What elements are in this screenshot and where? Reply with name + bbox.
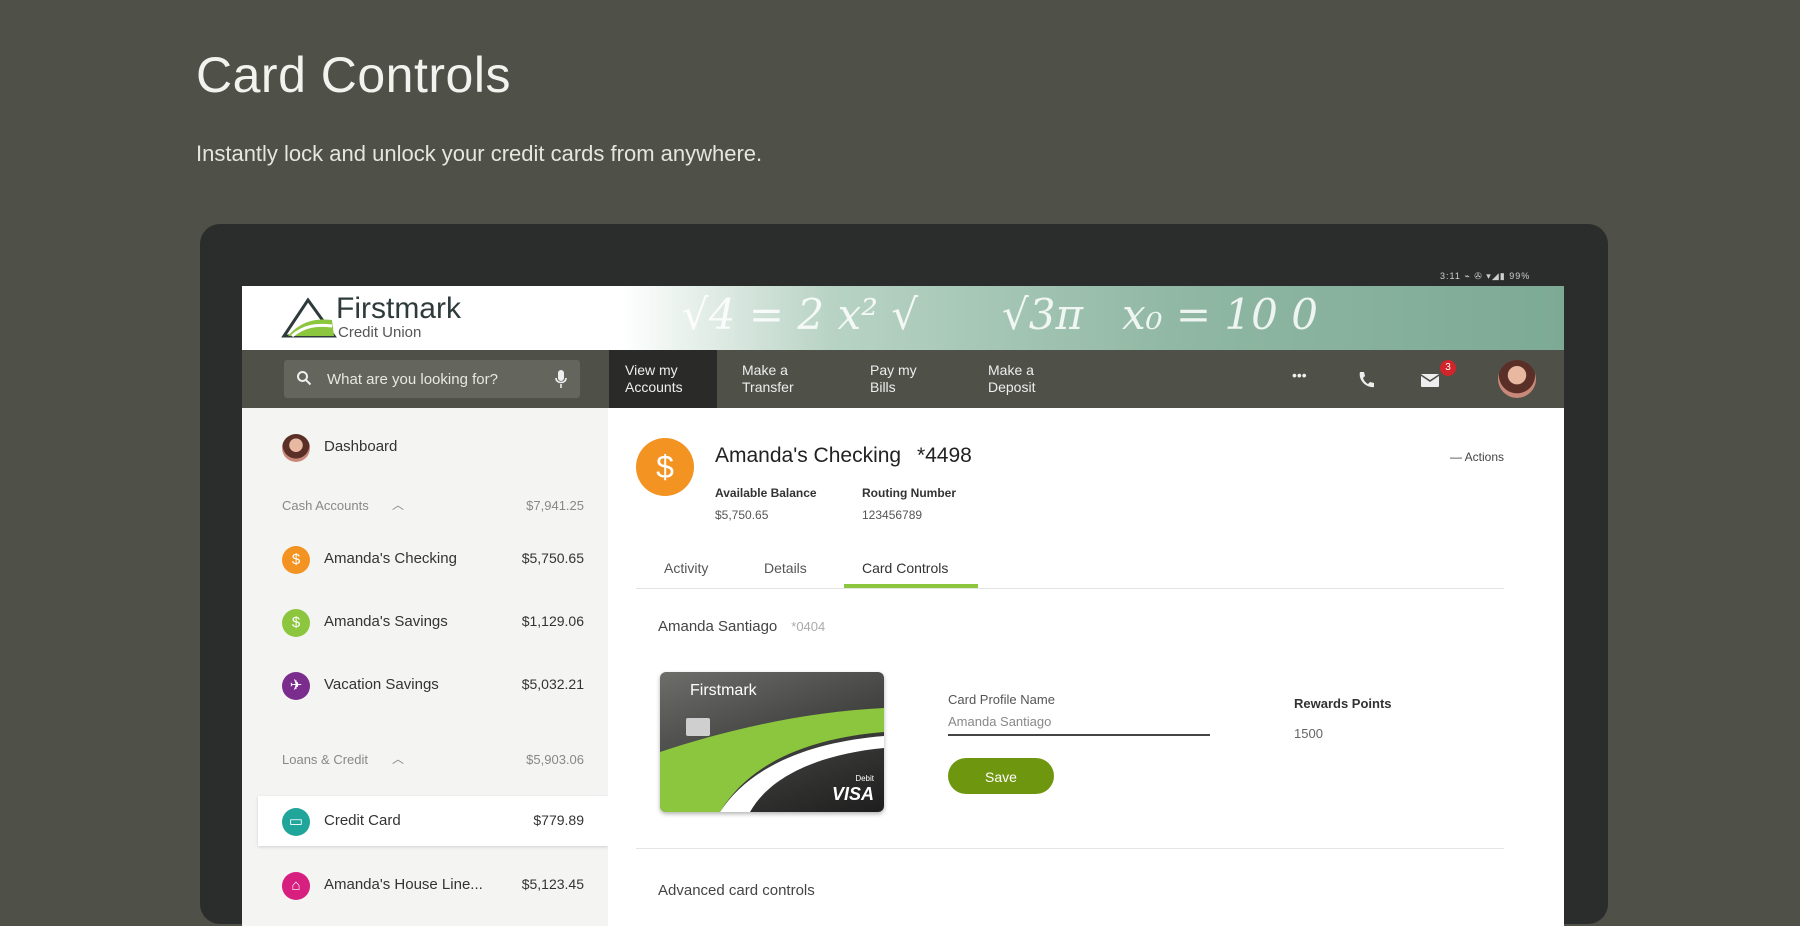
nav-make-transfer[interactable]: Make a Transfer xyxy=(732,350,832,408)
chalkboard-banner: √4 = 2 x² √ √3π x₀ = 10 0 xyxy=(622,286,1564,350)
tab-activity[interactable]: Activity xyxy=(664,560,708,576)
actions-dash-icon: — xyxy=(1449,450,1465,464)
card-brand-name: Firstmark xyxy=(690,682,757,699)
sidebar-item-dashboard[interactable]: Dashboard xyxy=(242,422,608,472)
tab-card-controls[interactable]: Card Controls xyxy=(862,560,948,576)
card-profile-name-label: Card Profile Name xyxy=(948,692,1055,707)
brand-name: Firstmark xyxy=(336,292,461,325)
section-label: Loans & Credit xyxy=(282,752,368,767)
sidebar-item-label: Amanda's Checking xyxy=(324,550,457,567)
active-tab-indicator xyxy=(844,584,978,588)
available-balance-label: Available Balance xyxy=(715,486,817,500)
section-total: $5,903.06 xyxy=(526,752,584,767)
visa-logo: VISA xyxy=(831,784,874,804)
field-underline xyxy=(948,734,1210,736)
account-detail: $ Amanda's Checking *4498 — Actions Avai… xyxy=(608,408,1564,926)
account-name: Amanda's Checking xyxy=(715,444,902,467)
mail-icon[interactable] xyxy=(1420,370,1440,390)
dollar-icon: $ xyxy=(282,546,310,574)
sidebar-item-vacation-savings[interactable]: ✈ Vacation Savings $5,032.21 xyxy=(242,660,608,710)
nav-make-deposit[interactable]: Make a Deposit xyxy=(978,350,1078,408)
dollar-icon: $ xyxy=(636,438,694,496)
house-icon: ⌂ xyxy=(282,872,310,900)
device-status-bar: 3:11 ⌁ ✇ ▾◢▮ 99% xyxy=(1440,271,1531,281)
sidebar-item-value: $1,129.06 xyxy=(521,613,584,629)
sidebar-item-label: Amanda's Savings xyxy=(324,613,448,630)
rewards-points-label: Rewards Points xyxy=(1294,696,1392,711)
cash-accounts-header[interactable]: Cash Accounts ︿ $7,941.25 xyxy=(242,498,608,518)
chalk-formula: √3π xyxy=(1002,290,1084,339)
loans-credit-header[interactable]: Loans & Credit ︿ $5,903.06 xyxy=(242,752,608,772)
actions-menu[interactable]: — Actions xyxy=(1450,450,1504,464)
chalk-formula: √4 = 2 x² √ xyxy=(682,290,919,339)
debit-card-image: Firstmark Debit VISA xyxy=(660,672,884,812)
rewards-points-value: 1500 xyxy=(1294,726,1323,741)
advanced-card-controls[interactable]: Advanced card controls xyxy=(658,882,815,899)
sidebar-item-label: Credit Card xyxy=(324,812,401,829)
credit-card-icon: ▭ xyxy=(282,808,310,836)
sidebar-item-value: $5,123.45 xyxy=(521,876,584,892)
nav-view-accounts[interactable]: View my Accounts xyxy=(609,350,717,408)
account-title: Amanda's Checking *4498 xyxy=(715,444,972,468)
chevron-up-icon: ︿ xyxy=(392,752,405,766)
hero-subtitle: Instantly lock and unlock your credit ca… xyxy=(196,141,763,166)
sidebar-item-house-line[interactable]: ⌂ Amanda's House Line... $5,123.45 xyxy=(242,860,608,910)
nav-pay-bills[interactable]: Pay my Bills xyxy=(860,350,950,408)
more-options-icon[interactable]: ••• xyxy=(1292,367,1307,383)
search-box[interactable]: What are you looking for? xyxy=(284,360,580,398)
sidebar-item-value: $5,032.21 xyxy=(521,676,584,692)
save-button[interactable]: Save xyxy=(948,758,1054,794)
chevron-up-icon: ︿ xyxy=(392,498,405,512)
avatar xyxy=(282,434,310,462)
sidebar-item-label: Amanda's House Line... xyxy=(324,876,483,893)
sidebar-item-amandas-savings[interactable]: $ Amanda's Savings $1,129.06 xyxy=(242,597,608,647)
sidebar-item-amandas-checking[interactable]: $ Amanda's Checking $5,750.65 xyxy=(242,534,608,584)
nav-bar: What are you looking for? View my Accoun… xyxy=(242,350,1564,408)
search-input[interactable]: What are you looking for? xyxy=(327,371,498,388)
search-icon xyxy=(297,371,312,386)
card-profile-name-field[interactable]: Amanda Santiago xyxy=(948,714,1051,729)
chalk-formula: x₀ = 10 0 xyxy=(1122,290,1318,339)
dollar-icon: $ xyxy=(282,609,310,637)
sidebar-item-value: $779.89 xyxy=(533,812,584,828)
routing-number-label: Routing Number xyxy=(862,486,956,500)
card-debit-label: Debit xyxy=(855,774,874,783)
brand-subname: Credit Union xyxy=(338,324,422,341)
card-owner: Amanda Santiago *0404 xyxy=(658,618,825,635)
available-balance-value: $5,750.65 xyxy=(715,508,769,522)
section-total: $7,941.25 xyxy=(526,498,584,513)
sidebar: Dashboard Cash Accounts ︿ $7,941.25 $ Am… xyxy=(242,408,608,926)
app-screen: √4 = 2 x² √ √3π x₀ = 10 0 Firstmark Cred… xyxy=(242,286,1564,926)
section-label: Cash Accounts xyxy=(282,498,369,513)
account-tabs: Activity Details Card Controls xyxy=(636,546,1504,589)
airplane-icon: ✈ xyxy=(282,672,310,700)
firstmark-logo-icon[interactable] xyxy=(280,296,338,340)
mail-badge: 3 xyxy=(1440,360,1456,376)
section-divider xyxy=(636,848,1504,849)
sidebar-item-value: $5,750.65 xyxy=(521,550,584,566)
brand-bar: √4 = 2 x² √ √3π x₀ = 10 0 Firstmark Cred… xyxy=(242,286,1564,350)
actions-label: Actions xyxy=(1464,450,1504,464)
microphone-icon[interactable] xyxy=(554,369,568,389)
tab-details[interactable]: Details xyxy=(764,560,807,576)
sidebar-item-label: Dashboard xyxy=(324,438,398,455)
routing-number-value: 123456789 xyxy=(862,508,923,522)
hero-title: Card Controls xyxy=(196,47,511,103)
card-suffix: *0404 xyxy=(791,619,826,634)
sidebar-item-label: Vacation Savings xyxy=(324,676,439,693)
sidebar-item-credit-card[interactable]: ▭ Credit Card $779.89 xyxy=(258,796,608,846)
account-number: *4498 xyxy=(916,444,972,467)
card-owner-name: Amanda Santiago xyxy=(658,618,778,635)
phone-icon[interactable] xyxy=(1356,370,1376,390)
user-avatar[interactable] xyxy=(1498,360,1536,398)
